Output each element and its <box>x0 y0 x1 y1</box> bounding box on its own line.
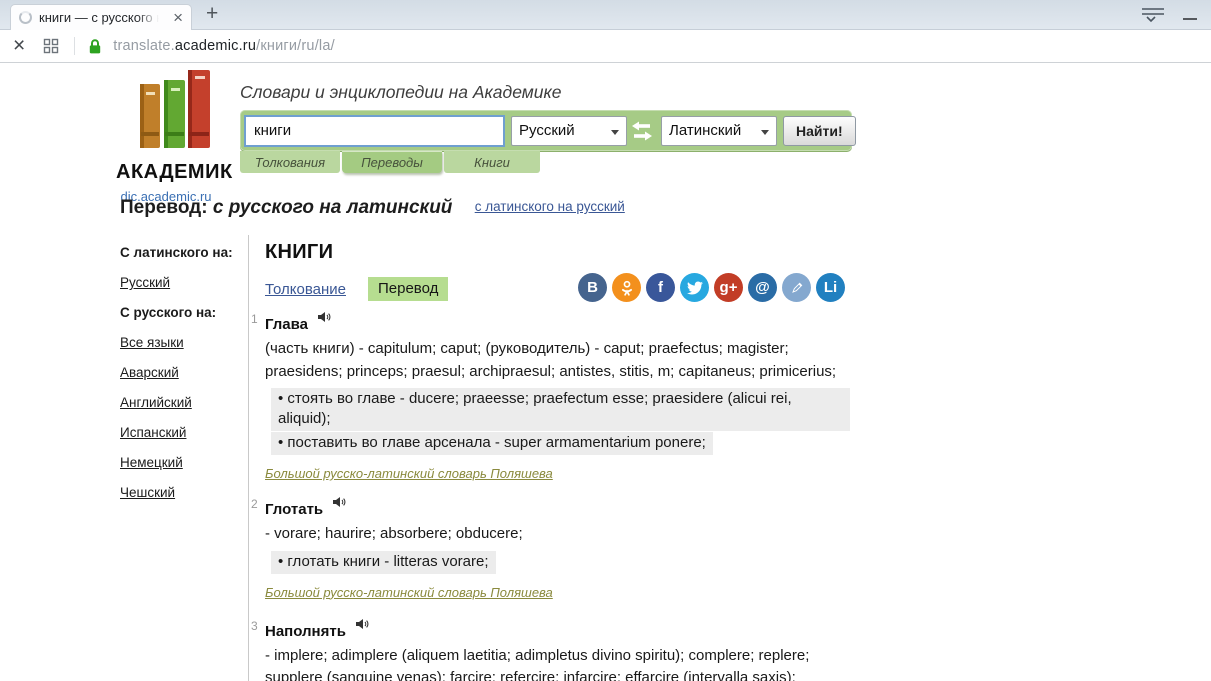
swap-languages-icon[interactable] <box>631 120 653 142</box>
sidebar-link-czech[interactable]: Чешский <box>120 484 246 501</box>
source-language-value: Русский <box>519 122 575 139</box>
browser-tab-bar: книги — с русского на ла × + <box>0 0 1211 30</box>
loading-spinner-icon <box>19 11 32 24</box>
search-mode-tabs: Толкования Переводы Книги <box>240 151 542 173</box>
page-content: АКАДЕМИК dic.academic.ru Словари и энцик… <box>0 63 1211 681</box>
browser-tab[interactable]: книги — с русского на ла × <box>10 4 192 30</box>
entry-examples: • глотать книги - litteras vorare; <box>265 550 850 574</box>
sidebar-heading-from-russian: С русского на: <box>120 305 217 320</box>
address-bar-divider <box>74 37 76 55</box>
new-tab-button[interactable]: + <box>206 2 218 26</box>
minimize-button[interactable] <box>1183 18 1197 20</box>
url-host: academic.ru <box>174 38 257 54</box>
social-share-bar: В f g+ @ Li <box>573 273 845 302</box>
search-panel: Русский Латинский Найти! <box>240 110 856 151</box>
tableau-grid-icon[interactable] <box>43 38 59 54</box>
interpretation-link[interactable]: Толкование <box>265 281 346 298</box>
example-line: • глотать книги - litteras vorare; <box>271 550 496 574</box>
dictionary-entry: 2 Глотать - vorare; haurire; absorbere; … <box>251 495 850 602</box>
sidebar-link-german[interactable]: Немецкий <box>120 454 246 471</box>
entry-number: 1 <box>251 312 258 326</box>
entry-headword-row: 1 Глава <box>251 310 850 333</box>
tab-books[interactable]: Книги <box>444 151 540 173</box>
dictionary-entry: 3 Наполнять - implere; adimplere (alique… <box>251 617 850 681</box>
tab-title: книги — с русского на ла <box>39 10 159 25</box>
sidebar-link-spanish[interactable]: Испанский <box>120 424 246 441</box>
example-line: • поставить во главе арсенала - super ar… <box>271 432 713 455</box>
language-sidebar: С латинского на: Русский С русского на: … <box>120 244 246 514</box>
speaker-icon[interactable] <box>356 617 369 634</box>
books-logo-icon <box>140 70 210 148</box>
google-plus-icon[interactable]: g+ <box>714 273 743 302</box>
downloads-panel-icon[interactable] <box>1140 6 1166 28</box>
entry-headword: Наполнять <box>265 622 346 640</box>
entry-body: - implere; adimplere (aliquem laetitia; … <box>265 646 810 681</box>
stop-loading-icon[interactable]: × <box>13 35 25 56</box>
sidebar-link-avar[interactable]: Аварский <box>120 364 246 381</box>
site-tagline: Словари и энциклопедии на Академике <box>240 82 562 102</box>
entry-body: - vorare; haurire; absorbere; obducere; <box>265 525 523 542</box>
translation-chip[interactable]: Перевод <box>367 277 449 301</box>
entry-headword: Глотать <box>265 501 324 518</box>
target-language-select[interactable]: Латинский <box>661 115 777 146</box>
facebook-icon[interactable]: f <box>646 273 675 302</box>
blog-pencil-icon[interactable] <box>782 273 811 302</box>
sidebar-heading-from-latin: С латинского на: <box>120 245 233 260</box>
entry-number: 3 <box>251 618 258 633</box>
dictionary-entry: 1 Глава (часть книги) - capitulum; caput… <box>251 310 850 483</box>
reverse-direction-link[interactable]: с латинского на русский <box>475 199 625 214</box>
dictionary-source-link[interactable]: Большой русско-латинский словарь Поляшев… <box>265 585 553 600</box>
url-path: /книги/ru/la/ <box>256 38 335 54</box>
search-submit-button[interactable]: Найти! <box>783 115 856 146</box>
url-prefix: translate. <box>113 38 175 54</box>
sidebar-link-english[interactable]: Английский <box>120 394 246 411</box>
speaker-icon[interactable] <box>318 310 331 327</box>
chevron-down-icon <box>611 129 619 135</box>
browser-window: книги — с русского на ла × + × <box>0 0 1211 681</box>
liveinternet-icon[interactable]: Li <box>816 273 845 302</box>
tab-close-icon[interactable]: × <box>173 9 183 26</box>
search-input[interactable] <box>244 114 505 147</box>
entry-headword-row: 2 Глотать <box>251 495 850 518</box>
vkontakte-icon[interactable]: В <box>578 273 607 302</box>
article: КНИГИ Толкование Перевод В f g+ @ Li 1 Г… <box>248 235 888 681</box>
article-title: КНИГИ <box>265 241 334 263</box>
source-language-select[interactable]: Русский <box>511 115 627 146</box>
entry-headword-row: 3 Наполнять <box>251 617 850 640</box>
site-logo[interactable]: АКАДЕМИК dic.academic.ru <box>116 70 233 204</box>
page-title: Перевод: с русского на латинский с латин… <box>120 197 625 219</box>
dictionary-source-link[interactable]: Большой русско-латинский словарь Поляшев… <box>265 466 553 481</box>
entry-examples: • стоять во главе - ducere; praeesse; pr… <box>265 388 850 455</box>
speaker-icon[interactable] <box>333 495 346 512</box>
entry-number: 2 <box>251 497 258 511</box>
chevron-down-icon <box>761 129 769 135</box>
mail-ru-icon[interactable]: @ <box>748 273 777 302</box>
page-title-prefix: Перевод: <box>120 197 208 218</box>
target-language-value: Латинский <box>669 122 742 139</box>
entry-body: (часть книги) - capitulum; caput; (руков… <box>265 340 837 380</box>
address-bar: × translate.academic.ru/книги/ru/la/ <box>0 30 1211 63</box>
sidebar-link-russian[interactable]: Русский <box>120 274 246 291</box>
page-title-direction: с русского на латинский <box>212 197 453 218</box>
odnoklassniki-icon[interactable] <box>612 273 641 302</box>
entry-headword: Глава <box>265 316 308 333</box>
url-field[interactable]: translate.academic.ru/книги/ru/la/ <box>113 38 335 54</box>
sidebar-link-all-languages[interactable]: Все языки <box>120 334 246 351</box>
tab-interpretations[interactable]: Толкования <box>240 151 340 173</box>
secure-lock-icon[interactable] <box>88 38 102 55</box>
tab-translations[interactable]: Переводы <box>342 151 442 173</box>
twitter-icon[interactable] <box>680 273 709 302</box>
logo-title: АКАДЕМИК <box>116 161 233 183</box>
example-line: • стоять во главе - ducere; praeesse; pr… <box>271 388 850 431</box>
